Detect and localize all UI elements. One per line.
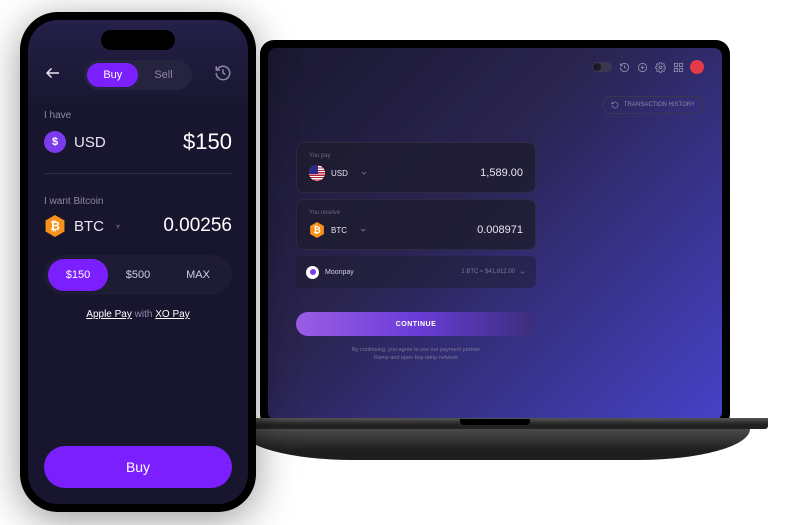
grid-icon[interactable] (672, 61, 684, 73)
moonpay-icon (306, 266, 319, 279)
divider (44, 173, 232, 174)
have-label: I have (44, 110, 232, 121)
receive-currency-selector[interactable]: BTC (309, 221, 367, 239)
provider-rate: 1 BTC ≈ $41,812.00 (461, 269, 515, 275)
disclaimer: By continuing, you agree to use our paym… (296, 346, 536, 363)
btc-icon (309, 222, 325, 238)
usd-icon: $ (44, 131, 66, 153)
usd-flag-icon (309, 165, 325, 181)
chevron-down-icon (359, 221, 367, 239)
you-pay-label: You pay (309, 153, 523, 159)
want-currency-selector[interactable]: BTC ▾ (44, 215, 120, 237)
tab-sell[interactable]: Sell (138, 63, 188, 87)
have-amount[interactable]: $150 (183, 129, 232, 155)
mobile-app-screen: Buy Sell I have $ USD $150 I want Bitcoi… (28, 20, 248, 504)
desktop-topbar (592, 60, 704, 74)
provider-name: Moonpay (325, 269, 354, 276)
receive-ticker: BTC (331, 226, 347, 235)
chevron-down-icon (360, 164, 368, 182)
avatar[interactable] (690, 60, 704, 74)
provider-selector[interactable]: Moonpay 1 BTC ≈ $41,812.00 (296, 256, 536, 288)
add-icon[interactable] (636, 61, 648, 73)
receive-amount: 0.008971 (477, 224, 523, 236)
apple-pay-link[interactable]: Apple Pay (86, 309, 132, 320)
have-currency-selector[interactable]: $ USD (44, 131, 106, 153)
buy-sell-tabs: Buy Sell (84, 60, 191, 90)
transaction-history-label: TRANSACTION HISTORY (624, 102, 695, 108)
back-button[interactable] (44, 64, 62, 87)
want-ticker: BTC (74, 218, 104, 235)
chevron-down-icon: ▾ (116, 222, 120, 231)
want-label: I want Bitcoin (44, 196, 232, 207)
xo-pay-link[interactable]: XO Pay (155, 309, 189, 320)
continue-button[interactable]: CONTINUE (296, 312, 536, 336)
quick-amount-max[interactable]: MAX (168, 259, 228, 291)
quick-amount-150[interactable]: $150 (48, 259, 108, 291)
have-ticker: USD (74, 134, 106, 151)
chevron-down-icon (519, 263, 526, 281)
pay-ticker: USD (331, 169, 348, 178)
btc-icon (44, 215, 66, 237)
payment-method-text: Apple Pay with XO Pay (44, 309, 232, 320)
pay-currency-selector[interactable]: USD (309, 164, 368, 182)
tab-buy[interactable]: Buy (87, 63, 138, 87)
history-button[interactable] (214, 64, 232, 87)
desktop-app-screen: TRANSACTION HISTORY You pay USD 1,589.00 (268, 48, 722, 420)
buy-button[interactable]: Buy (44, 446, 232, 488)
pay-amount[interactable]: 1,589.00 (480, 167, 523, 179)
theme-toggle[interactable] (592, 62, 612, 72)
quick-amount-500[interactable]: $500 (108, 259, 168, 291)
settings-icon[interactable] (654, 61, 666, 73)
you-receive-label: You receive (309, 210, 523, 216)
phone-notch (101, 30, 175, 50)
history-icon[interactable] (618, 61, 630, 73)
quick-amount-group: $150 $500 MAX (44, 255, 232, 295)
you-receive-card: You receive BTC 0.008971 (296, 199, 536, 250)
you-pay-card: You pay USD 1,589.00 (296, 142, 536, 193)
transaction-history-button[interactable]: TRANSACTION HISTORY (602, 96, 704, 114)
want-amount: 0.00256 (163, 215, 232, 237)
